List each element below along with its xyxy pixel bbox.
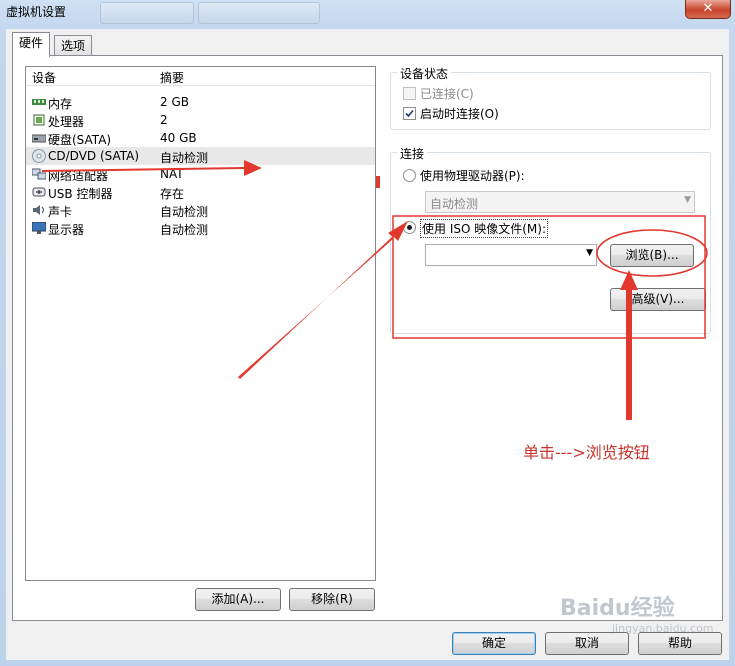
physical-drive-label: 使用物理驱动器(P): <box>420 169 525 183</box>
column-header-summary[interactable]: 摘要 <box>160 69 184 86</box>
usb-icon <box>32 187 46 197</box>
device-name: 声卡 <box>48 205 73 219</box>
iso-image-label: 使用 ISO 映像文件(M): <box>420 219 548 238</box>
iso-path-combobox[interactable]: ▼ <box>425 244 597 266</box>
device-row-display[interactable]: 显示器 自动检测 <box>26 219 375 237</box>
device-name: 内存 <box>48 97 73 111</box>
device-row-memory[interactable]: 内存 2 GB <box>26 93 375 111</box>
sound-icon <box>33 205 45 215</box>
device-row-network[interactable]: 网络适配器 NAT <box>26 165 375 183</box>
display-icon <box>32 222 46 234</box>
watermark-text: Baidu经验 <box>560 596 675 621</box>
connected-checkbox[interactable] <box>403 87 416 100</box>
physical-drive-select[interactable]: 自动检测 ▼ <box>425 191 695 213</box>
harddisk-icon <box>32 134 46 143</box>
device-name: 显示器 <box>48 223 85 237</box>
help-button[interactable]: 帮助 <box>638 632 722 655</box>
iso-image-radio[interactable] <box>403 221 416 234</box>
physical-drive-radio[interactable] <box>403 169 416 182</box>
device-summary: NAT <box>160 167 184 181</box>
device-list[interactable]: 设备 摘要 内存 2 GB 处理器 2 硬盘(SATA) 40 GB CD/DV… <box>25 66 376 581</box>
remove-device-button[interactable]: 移除(R) <box>289 588 375 611</box>
connection-title: 连接 <box>397 145 428 162</box>
chevron-down-icon: ▼ <box>684 195 691 205</box>
device-summary: 自动检测 <box>160 205 209 219</box>
memory-icon <box>32 99 46 105</box>
device-row-cd-dvd[interactable]: CD/DVD (SATA) 自动检测 <box>26 147 375 165</box>
device-summary: 自动检测 <box>160 151 209 165</box>
ok-button[interactable]: 确定 <box>452 632 536 655</box>
connect-at-power-on-checkbox[interactable] <box>403 107 416 120</box>
device-row-processor[interactable]: 处理器 2 <box>26 111 375 129</box>
network-icon <box>32 168 46 180</box>
window-title: 虚拟机设置 <box>6 5 67 19</box>
device-name: USB 控制器 <box>48 187 113 201</box>
tab-options[interactable]: 选项 <box>54 35 93 56</box>
connection-group: 连接 使用物理驱动器(P): 自动检测 ▼ 使用 ISO 映像文件(M): ▼ … <box>390 145 711 334</box>
device-summary: 自动检测 <box>160 223 209 237</box>
cpu-icon <box>33 114 45 126</box>
device-status-title: 设备状态 <box>397 65 452 82</box>
column-header-device[interactable]: 设备 <box>32 69 56 86</box>
device-status-group: 设备状态 已连接(C) 启动时连接(O) <box>390 65 711 130</box>
device-summary: 2 GB <box>160 95 189 109</box>
physical-drive-value: 自动检测 <box>430 197 479 211</box>
device-row-harddisk[interactable]: 硬盘(SATA) 40 GB <box>26 129 375 147</box>
tab-hardware[interactable]: 硬件 <box>12 32 51 57</box>
device-row-sound[interactable]: 声卡 自动检测 <box>26 201 375 219</box>
dialog-client-area: 硬件 选项 设备 摘要 内存 2 GB 处理器 2 硬盘(SATA) 40 GB… <box>6 29 729 660</box>
device-list-header: 设备 摘要 <box>26 67 375 86</box>
device-summary: 40 GB <box>160 131 197 145</box>
device-summary: 存在 <box>160 187 185 201</box>
device-name: 网络适配器 <box>48 169 109 183</box>
device-name: 处理器 <box>48 115 85 129</box>
title-bar: 虚拟机设置 ✕ <box>0 0 735 24</box>
annotation-text: 单击--->浏览按钮 <box>523 443 650 462</box>
connect-at-power-on-label: 启动时连接(O) <box>420 107 499 121</box>
chevron-down-icon: ▼ <box>586 248 593 258</box>
cd-dvd-icon <box>32 149 46 163</box>
watermark: Baidu经验 <box>560 590 675 622</box>
device-name: 硬盘(SATA) <box>48 133 112 147</box>
connected-label: 已连接(C) <box>420 87 474 101</box>
add-device-button[interactable]: 添加(A)... <box>195 588 281 611</box>
advanced-button[interactable]: 高级(V)... <box>610 288 706 311</box>
device-name: CD/DVD (SATA) <box>48 149 140 163</box>
device-row-usb[interactable]: USB 控制器 存在 <box>26 183 375 201</box>
background-taskbar-tab <box>100 2 194 24</box>
background-taskbar-tab <box>198 2 320 24</box>
close-window-button[interactable]: ✕ <box>685 0 731 19</box>
vm-settings-window: 虚拟机设置 ✕ 硬件 选项 设备 摘要 内存 2 GB 处理器 2 硬盘(SAT… <box>0 0 735 666</box>
browse-button[interactable]: 浏览(B)... <box>610 244 694 267</box>
cancel-button[interactable]: 取消 <box>545 632 629 655</box>
watermark-sub: jingyan.baidu.com <box>612 622 714 635</box>
hardware-tab-panel: 设备 摘要 内存 2 GB 处理器 2 硬盘(SATA) 40 GB CD/DV… <box>12 55 723 621</box>
checkmark-icon <box>405 109 414 118</box>
device-summary: 2 <box>160 113 168 127</box>
